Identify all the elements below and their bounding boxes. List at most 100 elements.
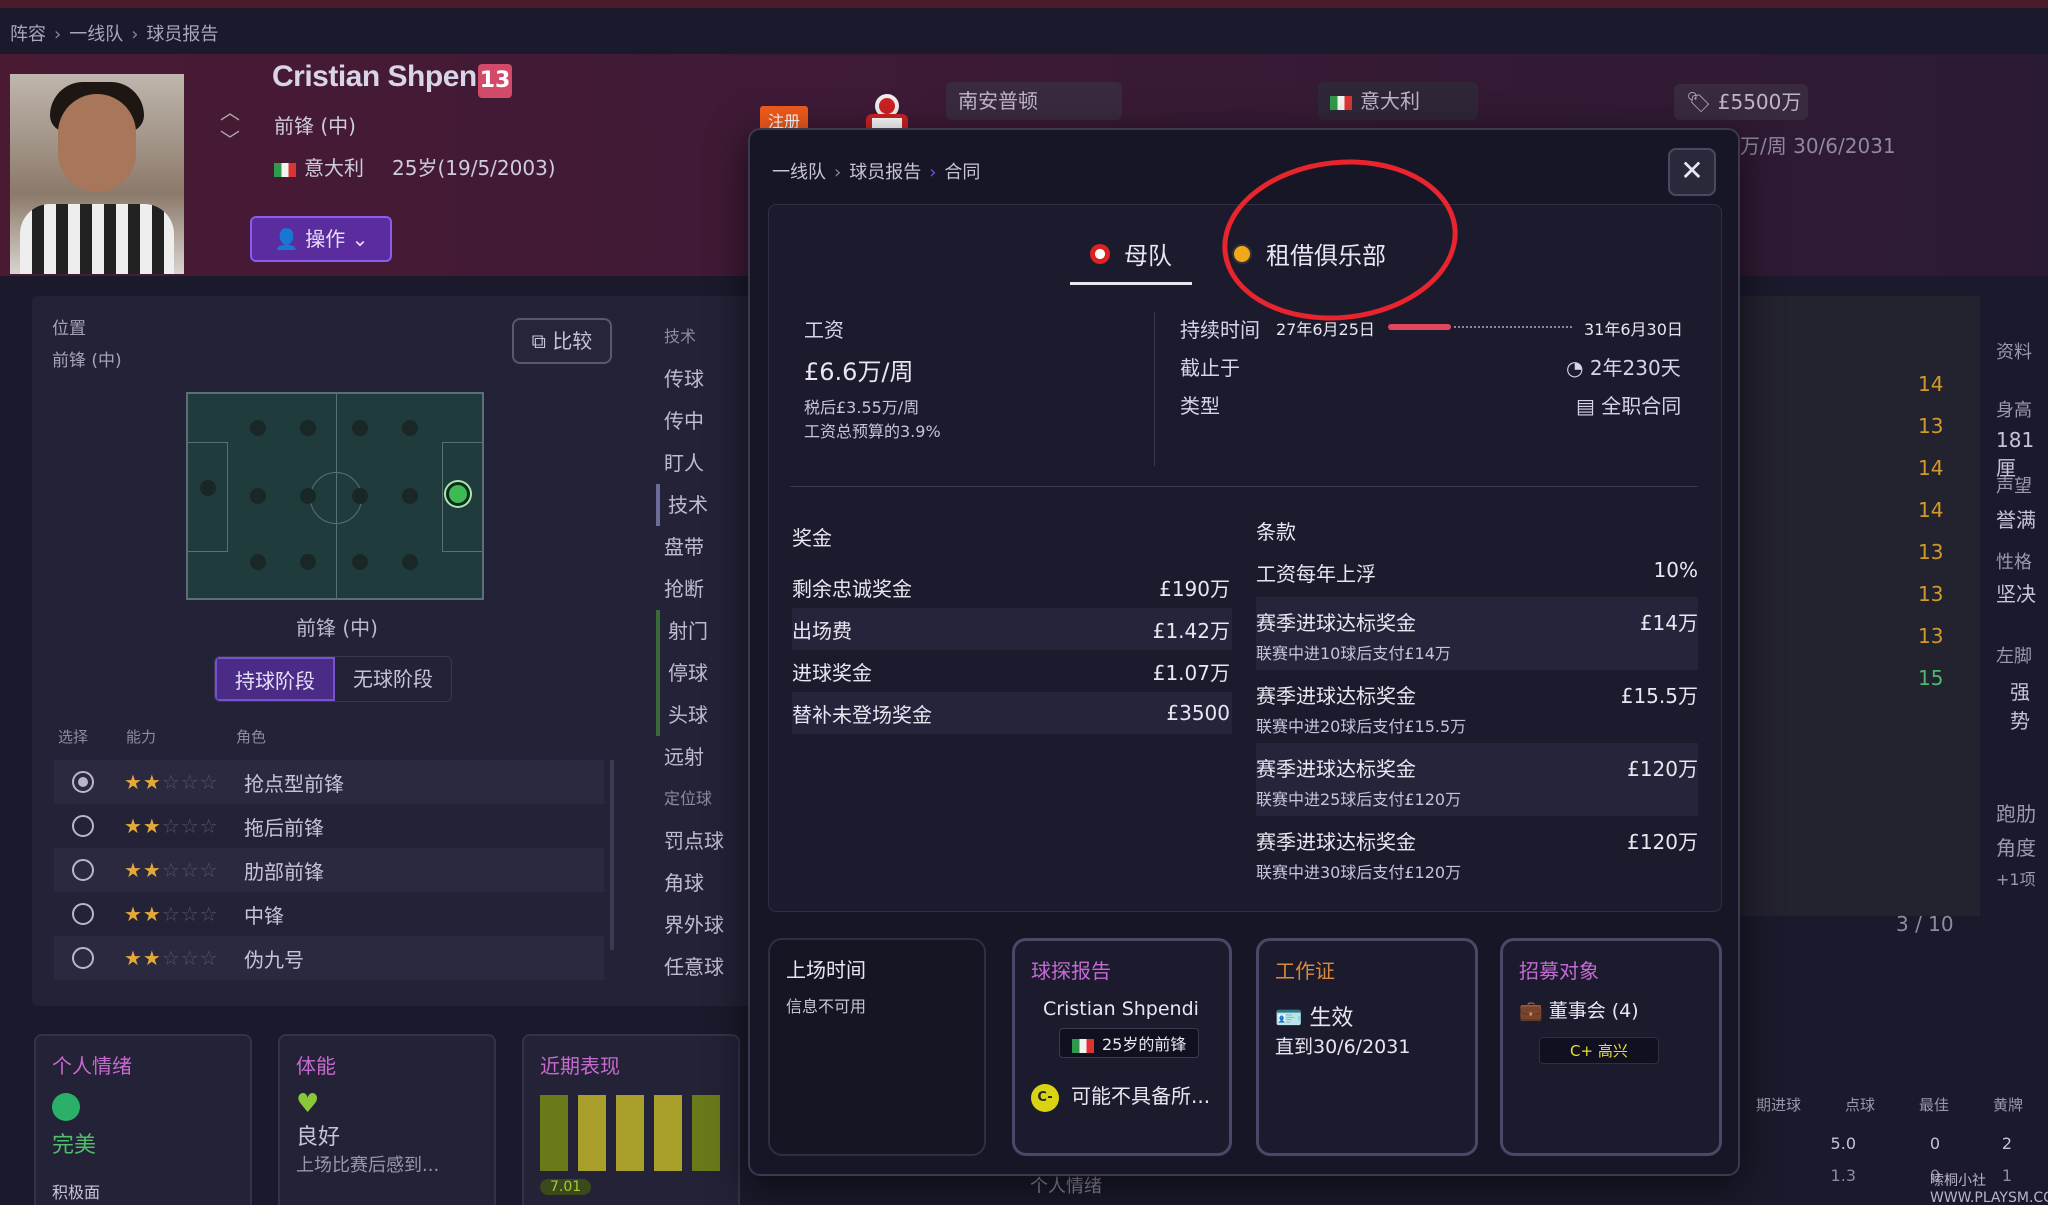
- attribute-label: 射门: [656, 610, 752, 652]
- form-rating: 7.01: [540, 1179, 592, 1195]
- attribute-label: 定位球: [664, 789, 713, 808]
- role-row[interactable]: ★★☆☆☆ 抢点型前锋: [54, 760, 604, 804]
- expires-label: 截止于: [1180, 356, 1240, 380]
- duration-end: 31年6月30日: [1584, 320, 1683, 339]
- playtime-title: 上场时间: [786, 958, 866, 982]
- breadcrumb-item-first-team[interactable]: 一线队: [69, 24, 123, 45]
- club-name-chip[interactable]: 南安普顿: [946, 82, 1122, 120]
- wage-value: £6.6万/周: [804, 358, 914, 386]
- attribute-label: 停球: [656, 652, 752, 694]
- position-dot[interactable]: [352, 554, 368, 570]
- attribute-label: 角球: [664, 871, 704, 895]
- permit-status: 🪪 生效: [1275, 1006, 1354, 1031]
- compare-button[interactable]: ⧉ 比较: [512, 318, 612, 364]
- reputation-value: 誉满: [1996, 508, 2036, 532]
- type-value: ▤ 全职合同: [1576, 394, 1682, 418]
- attribute-value: 14: [1918, 498, 1944, 522]
- position-dot[interactable]: [250, 420, 266, 436]
- grade-badge: C-: [1031, 1083, 1059, 1112]
- role-row[interactable]: ★★☆☆☆ 中锋: [54, 892, 604, 936]
- terms-title: 条款: [1256, 520, 1296, 544]
- radio-button[interactable]: [72, 815, 94, 837]
- chevron-down-icon[interactable]: ﹀: [220, 126, 240, 154]
- close-button[interactable]: ✕: [1668, 148, 1716, 196]
- italy-flag-icon: [1072, 1038, 1094, 1053]
- form-bar: [616, 1095, 644, 1171]
- playtime-sub: 信息不可用: [786, 997, 867, 1016]
- position-dot[interactable]: [402, 420, 418, 436]
- divider: [790, 486, 1698, 487]
- term-sub: 联赛中进10球后支付£14万: [1256, 644, 1451, 663]
- radio-button[interactable]: [72, 859, 94, 881]
- mood-card[interactable]: 个人情绪 完美 积极面: [34, 1034, 252, 1205]
- transfer-value-chip: 🏷 £5500万: [1674, 84, 1808, 120]
- chevron-down-icon: ⌄: [345, 227, 369, 251]
- info-misc-1: 跑肋: [1996, 802, 2036, 826]
- terms-list[interactable]: 工资每年上浮 10% 赛季进球达标奖金 £14万 联赛中进10球后支付£14万 赛季进球达…: [1256, 548, 1698, 886]
- chevron-up-icon[interactable]: ︿: [220, 98, 240, 126]
- position-dot[interactable]: [300, 554, 316, 570]
- term-name: 赛季进球达标奖金: [1256, 684, 1416, 708]
- term-name: 赛季进球达标奖金: [1256, 830, 1416, 854]
- role-name: 肋部前锋: [244, 859, 324, 884]
- recruit-title: 招募对象: [1519, 959, 1599, 983]
- position-dot[interactable]: [200, 480, 216, 496]
- recruitment-card[interactable]: 招募对象 💼 董事会 (4) C+ 高兴: [1500, 938, 1722, 1156]
- radio-button[interactable]: [72, 903, 94, 925]
- scout-title: 球探报告: [1031, 959, 1111, 983]
- position-dot[interactable]: [250, 554, 266, 570]
- bonus-title: 奖金: [792, 526, 832, 550]
- left-foot-value: 强势: [2010, 680, 2030, 733]
- position-dot[interactable]: [352, 488, 368, 504]
- position-dot[interactable]: [352, 420, 368, 436]
- scout-report-card[interactable]: 球探报告 Cristian Shpendi 25岁的前锋 C- 可能不具备所...: [1012, 938, 1232, 1156]
- attribute-label: 界外球: [664, 913, 724, 937]
- attribute-label: 罚点球: [664, 829, 724, 853]
- form-card[interactable]: 近期表现 7.01: [522, 1034, 740, 1205]
- bonus-value: £1.07万: [1152, 660, 1230, 685]
- modal-crumb-contract: 合同: [944, 162, 981, 183]
- tab-in-possession[interactable]: 持球阶段: [215, 657, 335, 701]
- attribute-label: 传球: [664, 367, 704, 391]
- tab-parent-club[interactable]: 母队: [1090, 236, 1172, 271]
- position-dot[interactable]: [402, 554, 418, 570]
- chevron-right-icon: ›: [834, 162, 842, 183]
- attribute-value: 14: [1918, 372, 1944, 396]
- position-dot[interactable]: [300, 488, 316, 504]
- roles-scrollbar[interactable]: [610, 760, 614, 950]
- type-label: 类型: [1180, 394, 1220, 418]
- attribute-value: 13: [1918, 540, 1944, 564]
- modal-crumb-report[interactable]: 球员报告: [849, 162, 921, 183]
- col-select-header: 选择: [58, 728, 89, 746]
- reputation-label: 声望: [1996, 476, 2032, 497]
- position-dot-selected[interactable]: [446, 482, 470, 506]
- modal-crumb-first-team[interactable]: 一线队: [772, 162, 826, 183]
- player-photo: [10, 74, 184, 274]
- radio-button[interactable]: [72, 771, 94, 793]
- role-row[interactable]: ★★☆☆☆ 肋部前锋: [54, 848, 604, 892]
- tab-out-of-possession[interactable]: 无球阶段: [335, 657, 451, 701]
- italy-flag-icon: [1330, 95, 1352, 110]
- attribute-label: 技术: [664, 327, 697, 346]
- radio-button[interactable]: [72, 947, 94, 969]
- top-accent-bar: [0, 0, 2048, 8]
- star-rating: ★★☆☆☆: [124, 946, 219, 970]
- attribute-value: 13: [1918, 582, 1944, 606]
- duration-progress: [1388, 324, 1572, 330]
- actions-button[interactable]: 👤 操作 ⌄: [250, 216, 392, 262]
- work-permit-card[interactable]: 工作证 🪪 生效 直到30/6/2031: [1256, 938, 1478, 1156]
- stats-header: 期进球 点球 最佳 黄牌: [1756, 1096, 2024, 1114]
- chevron-right-icon: ›: [54, 24, 62, 45]
- position-dot[interactable]: [300, 420, 316, 436]
- role-row[interactable]: ★★☆☆☆ 拖后前锋: [54, 804, 604, 848]
- fitness-title: 体能: [296, 1054, 336, 1078]
- breadcrumb-item-squad[interactable]: 阵容: [10, 24, 46, 45]
- fitness-card[interactable]: 体能 ♥ 良好 上场比赛后感到...: [278, 1034, 496, 1205]
- position-dot[interactable]: [250, 488, 266, 504]
- attribute-label: 抢断: [664, 577, 704, 601]
- position-dot[interactable]: [402, 488, 418, 504]
- playtime-card[interactable]: 上场时间 信息不可用: [768, 938, 986, 1156]
- heart-icon: ♥: [296, 1089, 320, 1119]
- bonus-name: 进球奖金: [792, 660, 872, 685]
- role-row[interactable]: ★★☆☆☆ 伪九号: [54, 936, 604, 980]
